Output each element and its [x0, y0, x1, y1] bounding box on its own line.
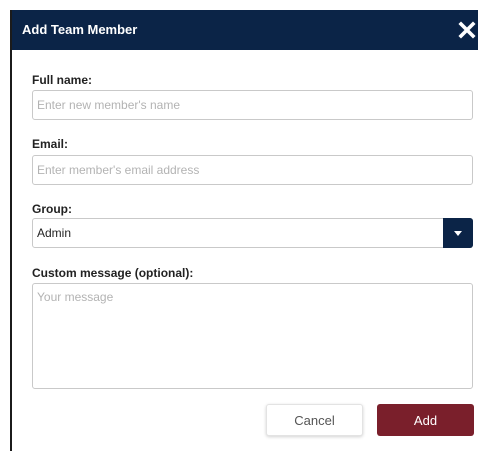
- add-team-member-dialog: Add Team Member Full name: Email: Group:…: [10, 10, 478, 451]
- group-selected-value: Admin: [37, 226, 72, 240]
- dialog-header: Add Team Member: [12, 10, 478, 50]
- email-input[interactable]: [32, 155, 473, 185]
- full-name-input[interactable]: [32, 90, 473, 120]
- message-textarea[interactable]: [32, 283, 473, 389]
- cancel-button[interactable]: Cancel: [266, 404, 363, 436]
- full-name-label: Full name:: [32, 73, 93, 87]
- dialog-title: Add Team Member: [22, 22, 138, 37]
- email-label: Email:: [32, 137, 69, 151]
- group-select[interactable]: Admin: [32, 218, 473, 248]
- message-label: Custom message (optional):: [32, 266, 194, 280]
- chevron-down-icon[interactable]: [443, 218, 473, 248]
- group-label: Group:: [32, 202, 72, 216]
- add-button[interactable]: Add: [377, 404, 474, 436]
- close-icon[interactable]: [458, 19, 476, 41]
